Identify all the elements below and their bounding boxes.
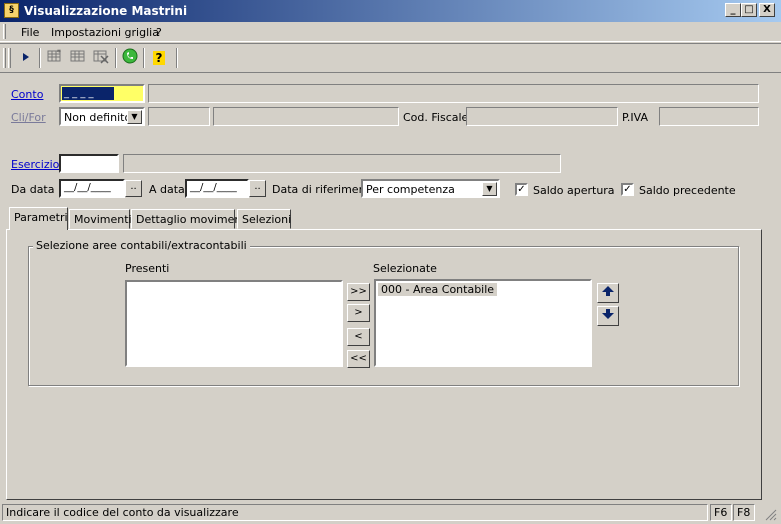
- da-data-label: Da data: [11, 183, 55, 196]
- presenti-label: Presenti: [125, 262, 170, 275]
- window-title: Visualizzazione Mastrini: [24, 4, 188, 18]
- toolbar-divider: [0, 72, 781, 73]
- cli-for-link[interactable]: Cli/For: [11, 111, 46, 124]
- menu-file[interactable]: File: [21, 26, 39, 39]
- move-up-button[interactable]: [597, 283, 619, 303]
- status-key-f6: F6: [710, 504, 732, 521]
- data-riferimento-select[interactable]: Per competenza ▼: [361, 179, 500, 198]
- grid-delete-icon[interactable]: [91, 48, 111, 68]
- cod-fiscale-field: [466, 107, 618, 126]
- tab-movimenti[interactable]: Movimenti: [69, 209, 132, 229]
- phone-icon[interactable]: [120, 48, 140, 68]
- move-all-left-button[interactable]: <<: [347, 350, 370, 368]
- app-icon: §: [4, 3, 19, 18]
- resize-grip-icon[interactable]: [764, 508, 777, 521]
- selezionate-listbox[interactable]: 000 - Area Contabile: [374, 279, 592, 367]
- arrow-up-icon: [602, 286, 614, 296]
- status-bar: Indicare il codice del conto da visualiz…: [0, 502, 781, 523]
- menu-impostazioni-griglia[interactable]: Impostazioni griglia: [51, 26, 159, 39]
- toolbar-end-separator: [176, 48, 178, 68]
- esercizio-link[interactable]: Esercizio: [11, 158, 59, 171]
- toolbar: * ?: [0, 43, 781, 71]
- move-left-button[interactable]: <: [347, 328, 370, 346]
- conto-code-input[interactable]: _ _ _ _: [59, 84, 145, 103]
- cod-fiscale-label: Cod. Fiscale: [403, 111, 469, 124]
- a-data-label: A data: [149, 183, 185, 196]
- conto-link[interactable]: Conto: [11, 88, 43, 101]
- selezionate-label: Selezionate: [373, 262, 437, 275]
- grid-add-icon[interactable]: *: [45, 48, 65, 68]
- saldo-apertura-label: Saldo apertura: [533, 184, 615, 197]
- esercizio-description: [123, 154, 561, 173]
- grid-icon[interactable]: [68, 48, 88, 68]
- toolbar-grip-2: [8, 48, 11, 68]
- da-data-picker-button[interactable]: ..: [125, 180, 142, 197]
- play-icon[interactable]: [16, 48, 36, 68]
- status-message: Indicare il codice del conto da visualiz…: [2, 504, 708, 521]
- status-key-f8: F8: [733, 504, 755, 521]
- toolbar-separator: [143, 48, 145, 68]
- tab-parametri[interactable]: Parametri: [9, 207, 68, 230]
- piva-label: P.IVA: [622, 111, 649, 124]
- data-riferimento-selected: Per competenza: [366, 183, 455, 196]
- cli-for-selected: Non definito: [64, 111, 132, 124]
- conto-code-selection: _ _ _ _: [62, 87, 114, 100]
- move-all-right-button[interactable]: >>: [347, 283, 370, 301]
- toolbar-separator: [39, 48, 41, 68]
- cli-for-select[interactable]: Non definito ▼: [59, 107, 145, 126]
- move-right-button[interactable]: >: [347, 304, 370, 322]
- conto-description: [148, 84, 759, 103]
- move-down-button[interactable]: [597, 306, 619, 326]
- close-button[interactable]: X: [759, 3, 775, 17]
- title-bar: § Visualizzazione Mastrini _ □ X: [0, 0, 781, 22]
- piva-field: [659, 107, 759, 126]
- tab-selezioni[interactable]: Selezioni: [237, 209, 291, 229]
- saldo-precedente-label: Saldo precedente: [639, 184, 736, 197]
- toolbar-grip: [3, 48, 6, 68]
- help-glyph: ?: [152, 51, 166, 65]
- menu-grip: [3, 24, 6, 39]
- chevron-down-icon[interactable]: ▼: [482, 182, 497, 196]
- esercizio-code-input[interactable]: [59, 154, 119, 173]
- a-data-input[interactable]: __/__/____: [185, 179, 249, 198]
- menu-help[interactable]: ?: [156, 26, 162, 39]
- presenti-listbox[interactable]: [125, 280, 343, 367]
- group-title: Selezione aree contabili/extracontabili: [33, 239, 250, 252]
- saldo-precedente-checkbox[interactable]: ✓: [621, 183, 634, 196]
- maximize-button[interactable]: □: [741, 3, 757, 17]
- a-data-picker-button[interactable]: ..: [249, 180, 266, 197]
- tab-dettaglio-movimenti[interactable]: Dettaglio movimenti: [131, 209, 249, 229]
- svg-text:*: *: [57, 48, 61, 57]
- toolbar-separator: [115, 48, 117, 68]
- help-icon[interactable]: ?: [149, 48, 169, 68]
- cli-for-name: [213, 107, 399, 126]
- arrow-down-icon: [602, 309, 614, 319]
- menu-bar: File Impostazioni griglia ?: [0, 22, 781, 42]
- chevron-down-icon[interactable]: ▼: [127, 110, 142, 124]
- list-item[interactable]: 000 - Area Contabile: [378, 283, 498, 296]
- cli-for-code: [148, 107, 210, 126]
- minimize-button[interactable]: _: [725, 3, 741, 17]
- saldo-apertura-checkbox[interactable]: ✓: [515, 183, 528, 196]
- da-data-input[interactable]: __/__/____: [59, 179, 125, 198]
